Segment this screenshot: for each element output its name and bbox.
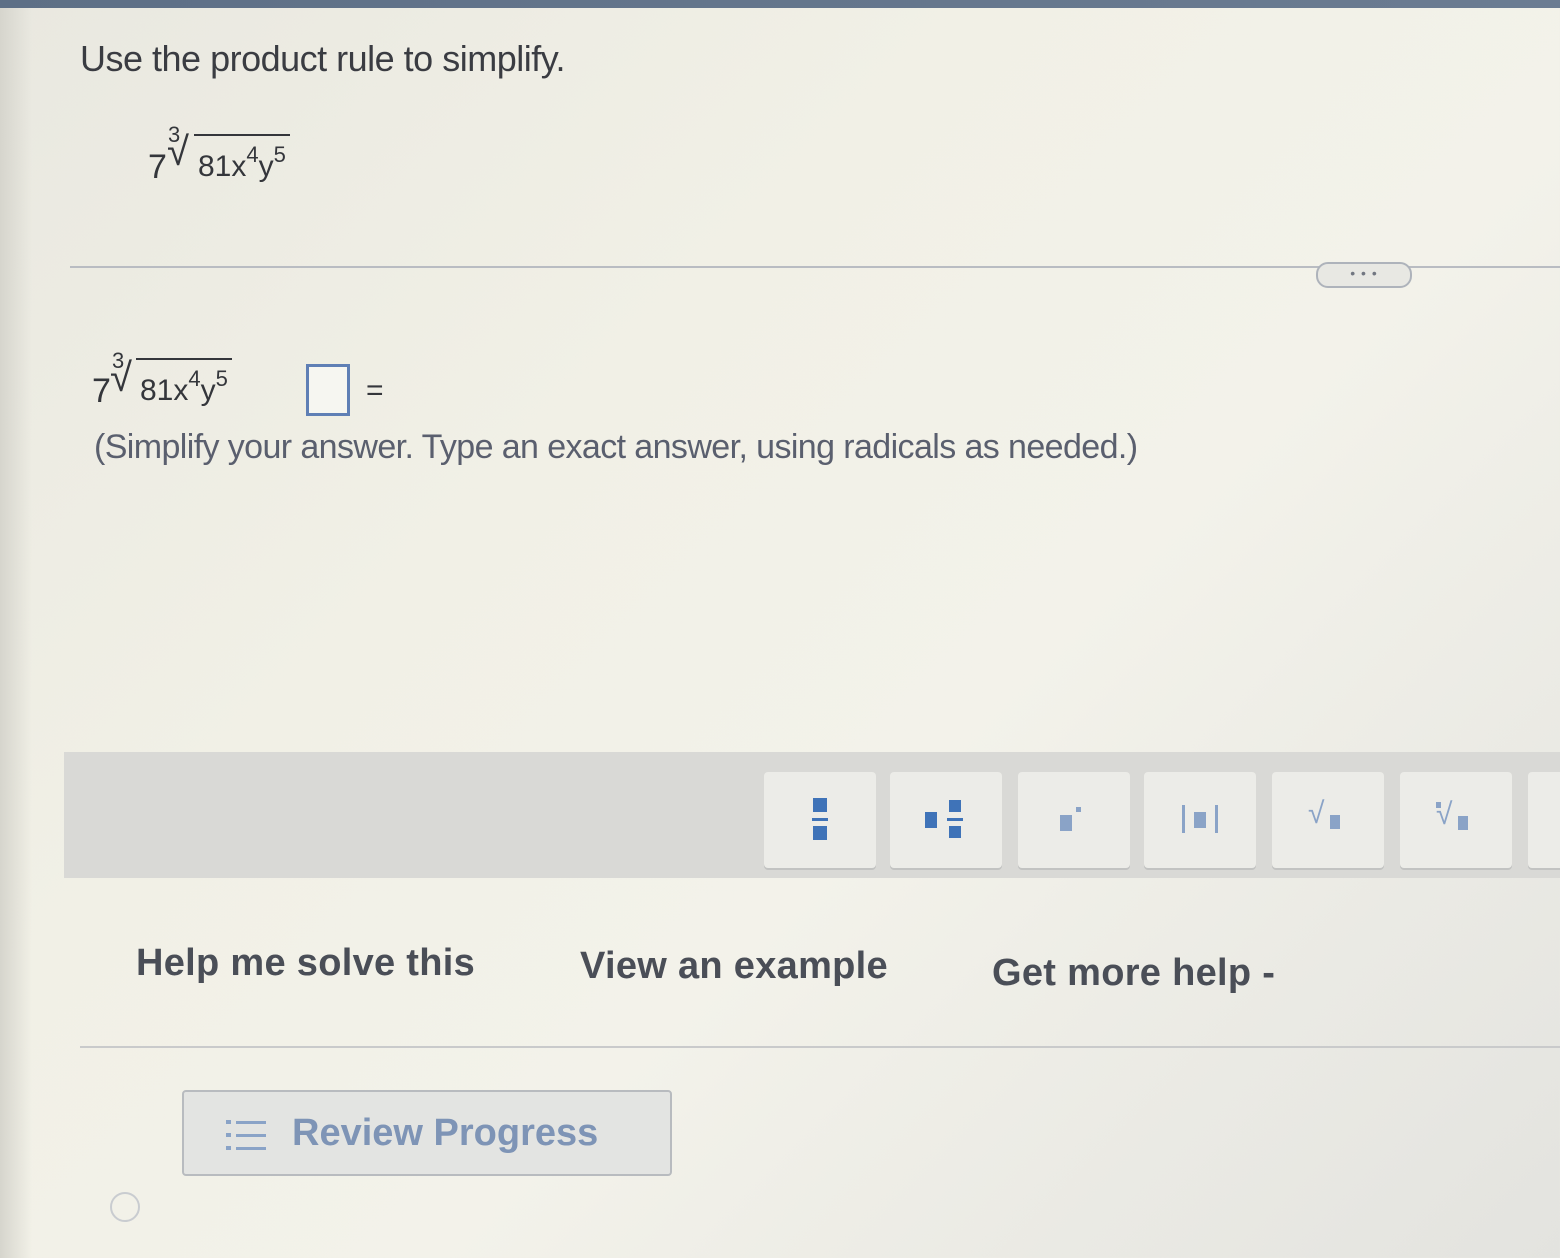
- exponent-icon: [1060, 805, 1088, 835]
- coefficient: 7: [92, 372, 111, 410]
- y-exponent: 5: [273, 142, 286, 167]
- radicand: 81x4y5: [194, 134, 290, 184]
- question-instruction: Use the product rule to simplify.: [80, 38, 566, 79]
- top-border: [0, 0, 1560, 8]
- equals-sign: =: [366, 374, 384, 407]
- absolute-value-icon: [1180, 805, 1220, 835]
- radicand-number: 81x: [198, 150, 247, 183]
- radicand-number: 81x: [140, 374, 189, 407]
- review-progress-label: Review Progress: [292, 1112, 599, 1154]
- radicand: 81x4y5: [136, 358, 232, 408]
- answer-input[interactable]: [306, 364, 350, 416]
- fraction-icon: [812, 798, 828, 842]
- coefficient: 7: [148, 148, 167, 186]
- get-more-help-link[interactable]: Get more help -: [992, 952, 1275, 995]
- mixed-number-icon: [925, 798, 967, 842]
- absolute-value-button[interactable]: [1144, 772, 1256, 868]
- fraction-button[interactable]: [764, 772, 876, 868]
- left-shade: [0, 8, 32, 1258]
- list-icon: [226, 1120, 266, 1150]
- question-expression: 7 3 √ 81x4y5: [148, 122, 338, 192]
- more-tools-button[interactable]: [1528, 772, 1560, 868]
- help-me-solve-link[interactable]: Help me solve this: [136, 942, 475, 985]
- x-exponent: 4: [246, 142, 259, 167]
- exponent-button[interactable]: [1018, 772, 1130, 868]
- y-base: y: [200, 374, 216, 407]
- square-root-button[interactable]: √: [1272, 772, 1384, 868]
- x-exponent: 4: [188, 366, 201, 391]
- nth-root-icon: √: [1434, 798, 1478, 838]
- more-button[interactable]: • • •: [1316, 262, 1412, 288]
- square-root-icon: √: [1308, 797, 1348, 837]
- nth-root-button[interactable]: √: [1400, 772, 1512, 868]
- status-circle-icon: [110, 1192, 140, 1222]
- math-toolbar: √ √: [64, 752, 1560, 878]
- footer-divider: [80, 1046, 1560, 1048]
- y-base: y: [258, 150, 274, 183]
- answer-instruction-note: (Simplify your answer. Type an exact ans…: [94, 428, 1138, 466]
- radical-sign: √: [110, 356, 132, 400]
- review-progress-button[interactable]: Review Progress: [182, 1090, 672, 1176]
- view-example-link[interactable]: View an example: [580, 945, 888, 988]
- radical-sign: √: [167, 130, 189, 174]
- mixed-number-button[interactable]: [890, 772, 1002, 868]
- y-exponent: 5: [215, 366, 228, 391]
